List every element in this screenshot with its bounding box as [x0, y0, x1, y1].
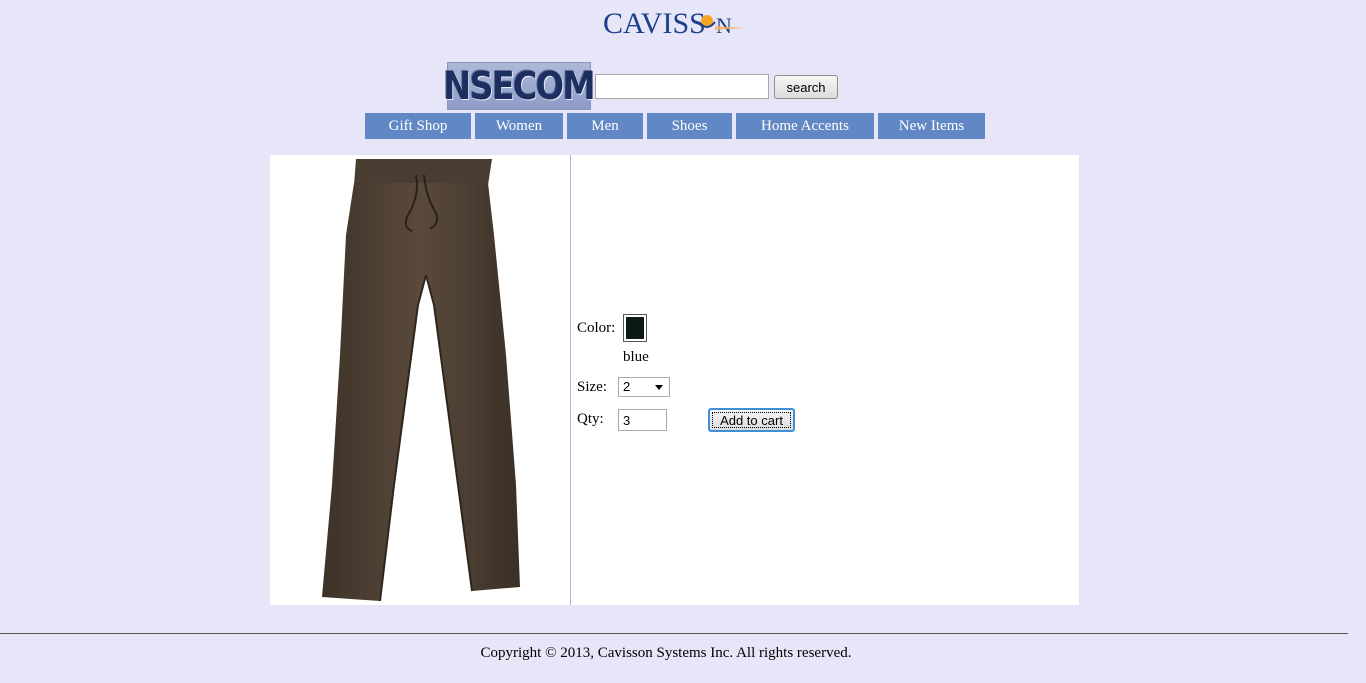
qty-input[interactable]: [618, 409, 667, 431]
color-swatch[interactable]: [623, 314, 647, 342]
nsecom-logo-text: NSECOM: [443, 64, 596, 108]
chevron-down-icon: [655, 385, 663, 390]
nav-item-shoes[interactable]: Shoes: [647, 113, 732, 139]
qty-label: Qty:: [577, 411, 604, 427]
brown-pants-image: [322, 159, 520, 602]
nsecom-logo[interactable]: NSECOM: [444, 62, 596, 110]
cavisson-logo[interactable]: CAVISS N: [603, 4, 748, 42]
search-input[interactable]: [595, 74, 769, 99]
color-swatch-fill: [626, 317, 644, 339]
color-name: blue: [623, 349, 649, 365]
search-button[interactable]: search: [774, 75, 838, 99]
footer-divider: [0, 633, 1348, 634]
size-select[interactable]: 2: [618, 377, 670, 397]
add-to-cart-button[interactable]: Add to cart: [708, 408, 795, 432]
nav-item-women[interactable]: Women: [475, 113, 563, 139]
page: CAVISS N NSECOM search Gift Shop Women M…: [0, 0, 1366, 683]
nav-item-new-items[interactable]: New Items: [878, 113, 985, 139]
nav-item-home-accents[interactable]: Home Accents: [736, 113, 874, 139]
copyright-text: Copyright © 2013, Cavisson Systems Inc. …: [480, 645, 852, 661]
size-selected-value: 2: [623, 379, 631, 394]
nav-item-gift-shop[interactable]: Gift Shop: [365, 113, 471, 139]
cavisson-logo-text: CAVISS: [603, 7, 706, 40]
size-label: Size:: [577, 379, 607, 395]
cavisson-logo-mark: CAVISS N: [603, 7, 745, 40]
product-panel: Color: blue Size: 2 Qty: Add to cart: [270, 155, 1079, 605]
nav-item-men[interactable]: Men: [567, 113, 643, 139]
product-image-cell: [270, 155, 571, 605]
color-label: Color:: [577, 320, 616, 336]
svg-text:N: N: [716, 13, 732, 38]
